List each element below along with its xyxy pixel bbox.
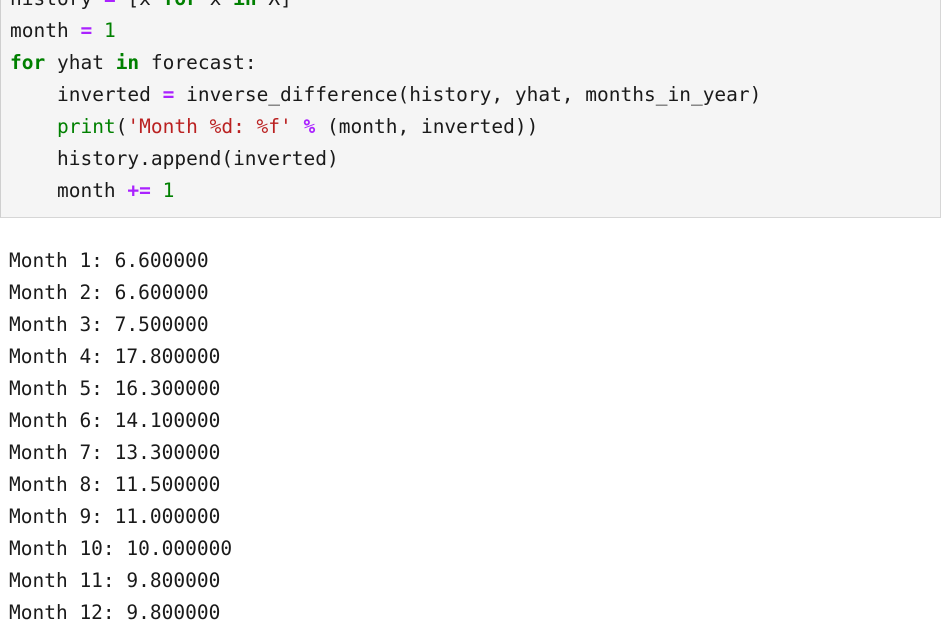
code-token: yhat bbox=[45, 51, 116, 74]
output-line: Month 9: 11.000000 bbox=[9, 505, 221, 528]
code-token: forecast: bbox=[139, 51, 257, 74]
code-token: month bbox=[56, 179, 116, 202]
output-line: Month 8: 11.500000 bbox=[9, 473, 221, 496]
code-token: inverse_difference(history, yhat, months… bbox=[174, 83, 762, 106]
code-token: ( bbox=[115, 115, 128, 138]
code-token: = bbox=[80, 19, 93, 42]
code-token: 1 bbox=[103, 19, 116, 42]
code-token: history bbox=[10, 0, 92, 10]
output-listing: Month 1: 6.600000 Month 2: 6.600000 Month … bbox=[0, 245, 941, 629]
code-line: for yhat in forecast: bbox=[10, 51, 257, 74]
code-token: month bbox=[10, 19, 69, 42]
code-token: = bbox=[162, 83, 175, 106]
code-listing[interactable]: history = [x for x in X] month = 1 for y… bbox=[1, 0, 940, 207]
console-output: Month 1: 6.600000 Month 2: 6.600000 Month … bbox=[0, 245, 941, 629]
code-token: x bbox=[198, 0, 233, 10]
code-token: X] bbox=[257, 0, 292, 10]
code-token: for bbox=[10, 51, 46, 74]
output-line: Month 5: 16.300000 bbox=[9, 377, 221, 400]
output-line: Month 7: 13.300000 bbox=[9, 441, 221, 464]
code-token: 'Month %d: %f' bbox=[127, 115, 292, 138]
code-line: history = [x for x in X] bbox=[10, 0, 292, 10]
output-line: Month 1: 6.600000 bbox=[9, 249, 209, 272]
code-token: in bbox=[115, 51, 140, 74]
code-token: for bbox=[163, 0, 198, 10]
code-token: = bbox=[104, 0, 116, 10]
code-block: history = [x for x in X] month = 1 for y… bbox=[0, 0, 941, 218]
code-token: (month, inverted)) bbox=[315, 115, 539, 138]
code-line: inverted = inverse_difference(history, y… bbox=[10, 83, 761, 106]
output-line: Month 4: 17.800000 bbox=[9, 345, 221, 368]
code-line: history.append(inverted) bbox=[10, 147, 339, 170]
output-line: Month 10: 10.000000 bbox=[9, 537, 233, 560]
output-line: Month 6: 14.100000 bbox=[9, 409, 221, 432]
output-line: Month 3: 7.500000 bbox=[9, 313, 209, 336]
code-token: % bbox=[303, 115, 316, 138]
output-line: Month 11: 9.800000 bbox=[9, 569, 221, 592]
code-token: [x bbox=[116, 0, 163, 10]
code-line: print('Month %d: %f' % (month, inverted)… bbox=[10, 115, 538, 138]
code-token: history.append(inverted) bbox=[56, 147, 339, 170]
code-token: 1 bbox=[162, 179, 175, 202]
output-line: Month 2: 6.600000 bbox=[9, 281, 209, 304]
code-token: in bbox=[233, 0, 256, 10]
code-token: += bbox=[127, 179, 151, 202]
code-line: month = 1 bbox=[10, 19, 116, 42]
code-token: inverted bbox=[56, 83, 151, 106]
code-line: month += 1 bbox=[10, 179, 174, 202]
code-token: print bbox=[56, 115, 116, 138]
output-line: Month 12: 9.800000 bbox=[9, 601, 221, 624]
